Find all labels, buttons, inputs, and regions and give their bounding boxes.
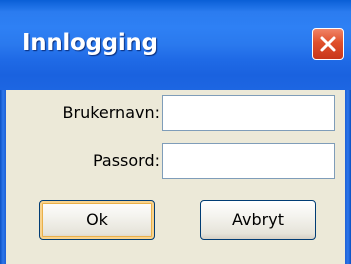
password-field[interactable]	[162, 143, 335, 179]
window-frame-left	[0, 90, 6, 264]
close-button[interactable]	[312, 28, 344, 60]
ok-button[interactable]: Ok	[39, 200, 155, 240]
cancel-button[interactable]: Avbryt	[200, 200, 316, 240]
username-label: Brukernavn:	[62, 103, 160, 122]
window-frame-right	[345, 90, 351, 264]
title-bar[interactable]: Innlogging	[0, 0, 351, 90]
username-field[interactable]	[162, 95, 335, 131]
password-label: Passord:	[92, 151, 160, 170]
window-title: Innlogging	[22, 30, 158, 56]
login-dialog: Innlogging Brukernavn: Passord: Ok Avbry…	[0, 0, 351, 264]
